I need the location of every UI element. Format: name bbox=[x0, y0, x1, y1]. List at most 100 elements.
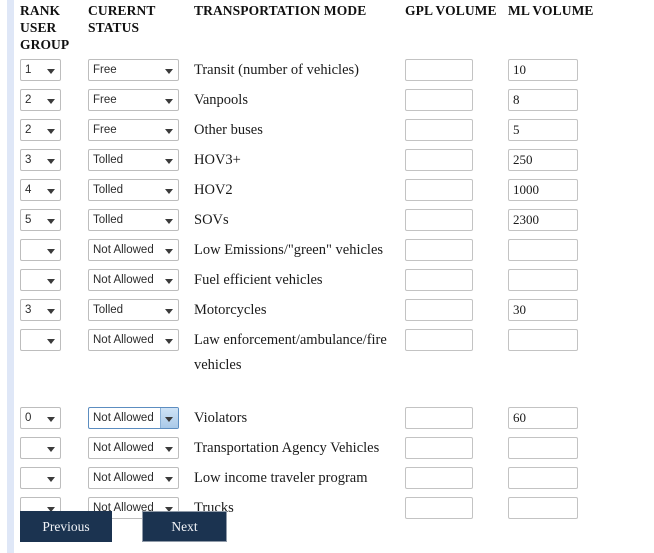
ml-volume-input[interactable] bbox=[508, 467, 578, 489]
transportation-mode-label: Motorcycles bbox=[194, 302, 267, 318]
rank-select[interactable]: 012345 bbox=[20, 329, 61, 351]
ml-volume-cell bbox=[508, 55, 618, 81]
ml-volume-input[interactable] bbox=[508, 239, 578, 261]
status-select[interactable]: FreeTolledNot Allowed bbox=[88, 329, 179, 351]
transportation-mode-label: Violators bbox=[194, 410, 248, 426]
status-select-wrapper: FreeTolledNot Allowed bbox=[88, 149, 179, 171]
mode-cell: Law enforcement/ambulance/fire vehicles bbox=[194, 325, 405, 378]
transportation-mode-label: SOVs bbox=[194, 212, 229, 228]
rank-select[interactable]: 012345 bbox=[20, 89, 61, 111]
gpl-volume-cell bbox=[405, 85, 508, 111]
status-select[interactable]: FreeTolledNot Allowed bbox=[88, 239, 179, 261]
rank-select[interactable]: 012345 bbox=[20, 179, 61, 201]
gpl-volume-input[interactable] bbox=[405, 269, 473, 291]
rank-cell: 012345 bbox=[20, 325, 88, 351]
rank-select[interactable]: 012345 bbox=[20, 407, 61, 429]
rank-cell: 012345 bbox=[20, 295, 88, 321]
ml-volume-input[interactable] bbox=[508, 119, 578, 141]
table-row: 012345 FreeTolledNot Allowed Low income tr… bbox=[14, 463, 654, 493]
gpl-volume-input[interactable] bbox=[405, 467, 473, 489]
ml-volume-cell bbox=[508, 295, 618, 321]
table-row: 012345 FreeTolledNot Allowed Fuel efficien… bbox=[14, 265, 654, 295]
status-select-wrapper: FreeTolledNot Allowed bbox=[88, 239, 179, 261]
transportation-mode-label: HOV2 bbox=[194, 182, 233, 198]
rank-cell: 012345 bbox=[20, 463, 88, 489]
ml-volume-input[interactable] bbox=[508, 407, 578, 429]
ml-volume-cell bbox=[508, 493, 618, 519]
table-row: 012345 FreeTolledNot Allowed Motorcycles bbox=[14, 295, 654, 325]
transportation-mode-label: Other buses bbox=[194, 122, 263, 138]
ml-volume-input[interactable] bbox=[508, 179, 578, 201]
status-select[interactable]: FreeTolledNot Allowed bbox=[88, 179, 179, 201]
transportation-mode-label: Transit (number of vehicles) bbox=[194, 62, 359, 78]
rank-select[interactable]: 012345 bbox=[20, 467, 61, 489]
status-select[interactable]: FreeTolledNot Allowed bbox=[88, 269, 179, 291]
mode-cell: HOV2 bbox=[194, 175, 405, 203]
gpl-volume-input[interactable] bbox=[405, 59, 473, 81]
status-select[interactable]: FreeTolledNot Allowed bbox=[88, 119, 179, 141]
mode-cell: Transit (number of vehicles) bbox=[194, 55, 405, 83]
gpl-volume-input[interactable] bbox=[405, 179, 473, 201]
gpl-volume-cell bbox=[405, 175, 508, 201]
status-select[interactable]: FreeTolledNot Allowed bbox=[88, 209, 179, 231]
rank-select[interactable]: 012345 bbox=[20, 209, 61, 231]
gpl-volume-input[interactable] bbox=[405, 329, 473, 351]
rank-select[interactable]: 012345 bbox=[20, 299, 61, 321]
ml-volume-input[interactable] bbox=[508, 269, 578, 291]
transportation-mode-form: RANK USER GROUP CURERNT STATUS TRANSPORT… bbox=[0, 0, 654, 553]
gpl-volume-input[interactable] bbox=[405, 209, 473, 231]
table-row: 012345 FreeTolledNot Allowed Law enforceme… bbox=[14, 325, 654, 403]
rank-select[interactable]: 012345 bbox=[20, 149, 61, 171]
rank-select[interactable]: 012345 bbox=[20, 269, 61, 291]
previous-button[interactable]: Previous bbox=[20, 511, 112, 542]
gpl-volume-input[interactable] bbox=[405, 89, 473, 111]
transportation-mode-label: Low income traveler program bbox=[194, 470, 368, 486]
status-select[interactable]: FreeTolledNot Allowed bbox=[88, 437, 179, 459]
status-select-wrapper: FreeTolledNot Allowed bbox=[88, 89, 179, 111]
gpl-volume-cell bbox=[405, 463, 508, 489]
rank-cell: 012345 bbox=[20, 145, 88, 171]
ml-volume-cell bbox=[508, 433, 618, 459]
mode-cell: HOV3+ bbox=[194, 145, 405, 173]
ml-volume-input[interactable] bbox=[508, 209, 578, 231]
ml-volume-cell bbox=[508, 205, 618, 231]
status-cell: FreeTolledNot Allowed bbox=[88, 463, 194, 489]
ml-volume-input[interactable] bbox=[508, 89, 578, 111]
ml-volume-input[interactable] bbox=[508, 329, 578, 351]
gpl-volume-input[interactable] bbox=[405, 497, 473, 519]
gpl-volume-input[interactable] bbox=[405, 149, 473, 171]
status-select[interactable]: FreeTolledNot Allowed bbox=[88, 467, 179, 489]
column-header-transportation-mode: TRANSPORTATION MODE bbox=[194, 3, 367, 18]
gpl-volume-input[interactable] bbox=[405, 299, 473, 321]
ml-volume-input[interactable] bbox=[508, 59, 578, 81]
status-select[interactable]: FreeTolledNot Allowed bbox=[88, 59, 179, 81]
rank-select-wrapper: 012345 bbox=[20, 59, 61, 81]
ml-volume-cell bbox=[508, 85, 618, 111]
gpl-volume-input[interactable] bbox=[405, 119, 473, 141]
status-select[interactable]: FreeTolledNot Allowed bbox=[88, 407, 179, 429]
ml-volume-input[interactable] bbox=[508, 299, 578, 321]
rank-select[interactable]: 012345 bbox=[20, 59, 61, 81]
gpl-volume-input[interactable] bbox=[405, 407, 473, 429]
column-header-current-status: CURERNT STATUS bbox=[88, 3, 156, 35]
table-row: 012345 FreeTolledNot Allowed Other buses bbox=[14, 115, 654, 145]
status-select[interactable]: FreeTolledNot Allowed bbox=[88, 89, 179, 111]
rank-select-wrapper: 012345 bbox=[20, 179, 61, 201]
rank-select[interactable]: 012345 bbox=[20, 239, 61, 261]
gpl-volume-input[interactable] bbox=[405, 239, 473, 261]
status-cell: FreeTolledNot Allowed bbox=[88, 145, 194, 171]
table-row: 012345 FreeTolledNot Allowed SOVs bbox=[14, 205, 654, 235]
status-select[interactable]: FreeTolledNot Allowed bbox=[88, 299, 179, 321]
table-row: 012345 FreeTolledNot Allowed Violators bbox=[14, 403, 654, 433]
rank-select[interactable]: 012345 bbox=[20, 437, 61, 459]
mode-cell: Transportation Agency Vehicles bbox=[194, 433, 405, 461]
table-row: 012345 FreeTolledNot Allowed HOV2 bbox=[14, 175, 654, 205]
ml-volume-input[interactable] bbox=[508, 149, 578, 171]
status-select[interactable]: FreeTolledNot Allowed bbox=[88, 149, 179, 171]
ml-volume-input[interactable] bbox=[508, 497, 578, 519]
rank-select[interactable]: 012345 bbox=[20, 119, 61, 141]
ml-volume-input[interactable] bbox=[508, 437, 578, 459]
next-button[interactable]: Next bbox=[142, 511, 227, 542]
gpl-volume-input[interactable] bbox=[405, 437, 473, 459]
ml-volume-cell bbox=[508, 325, 618, 351]
